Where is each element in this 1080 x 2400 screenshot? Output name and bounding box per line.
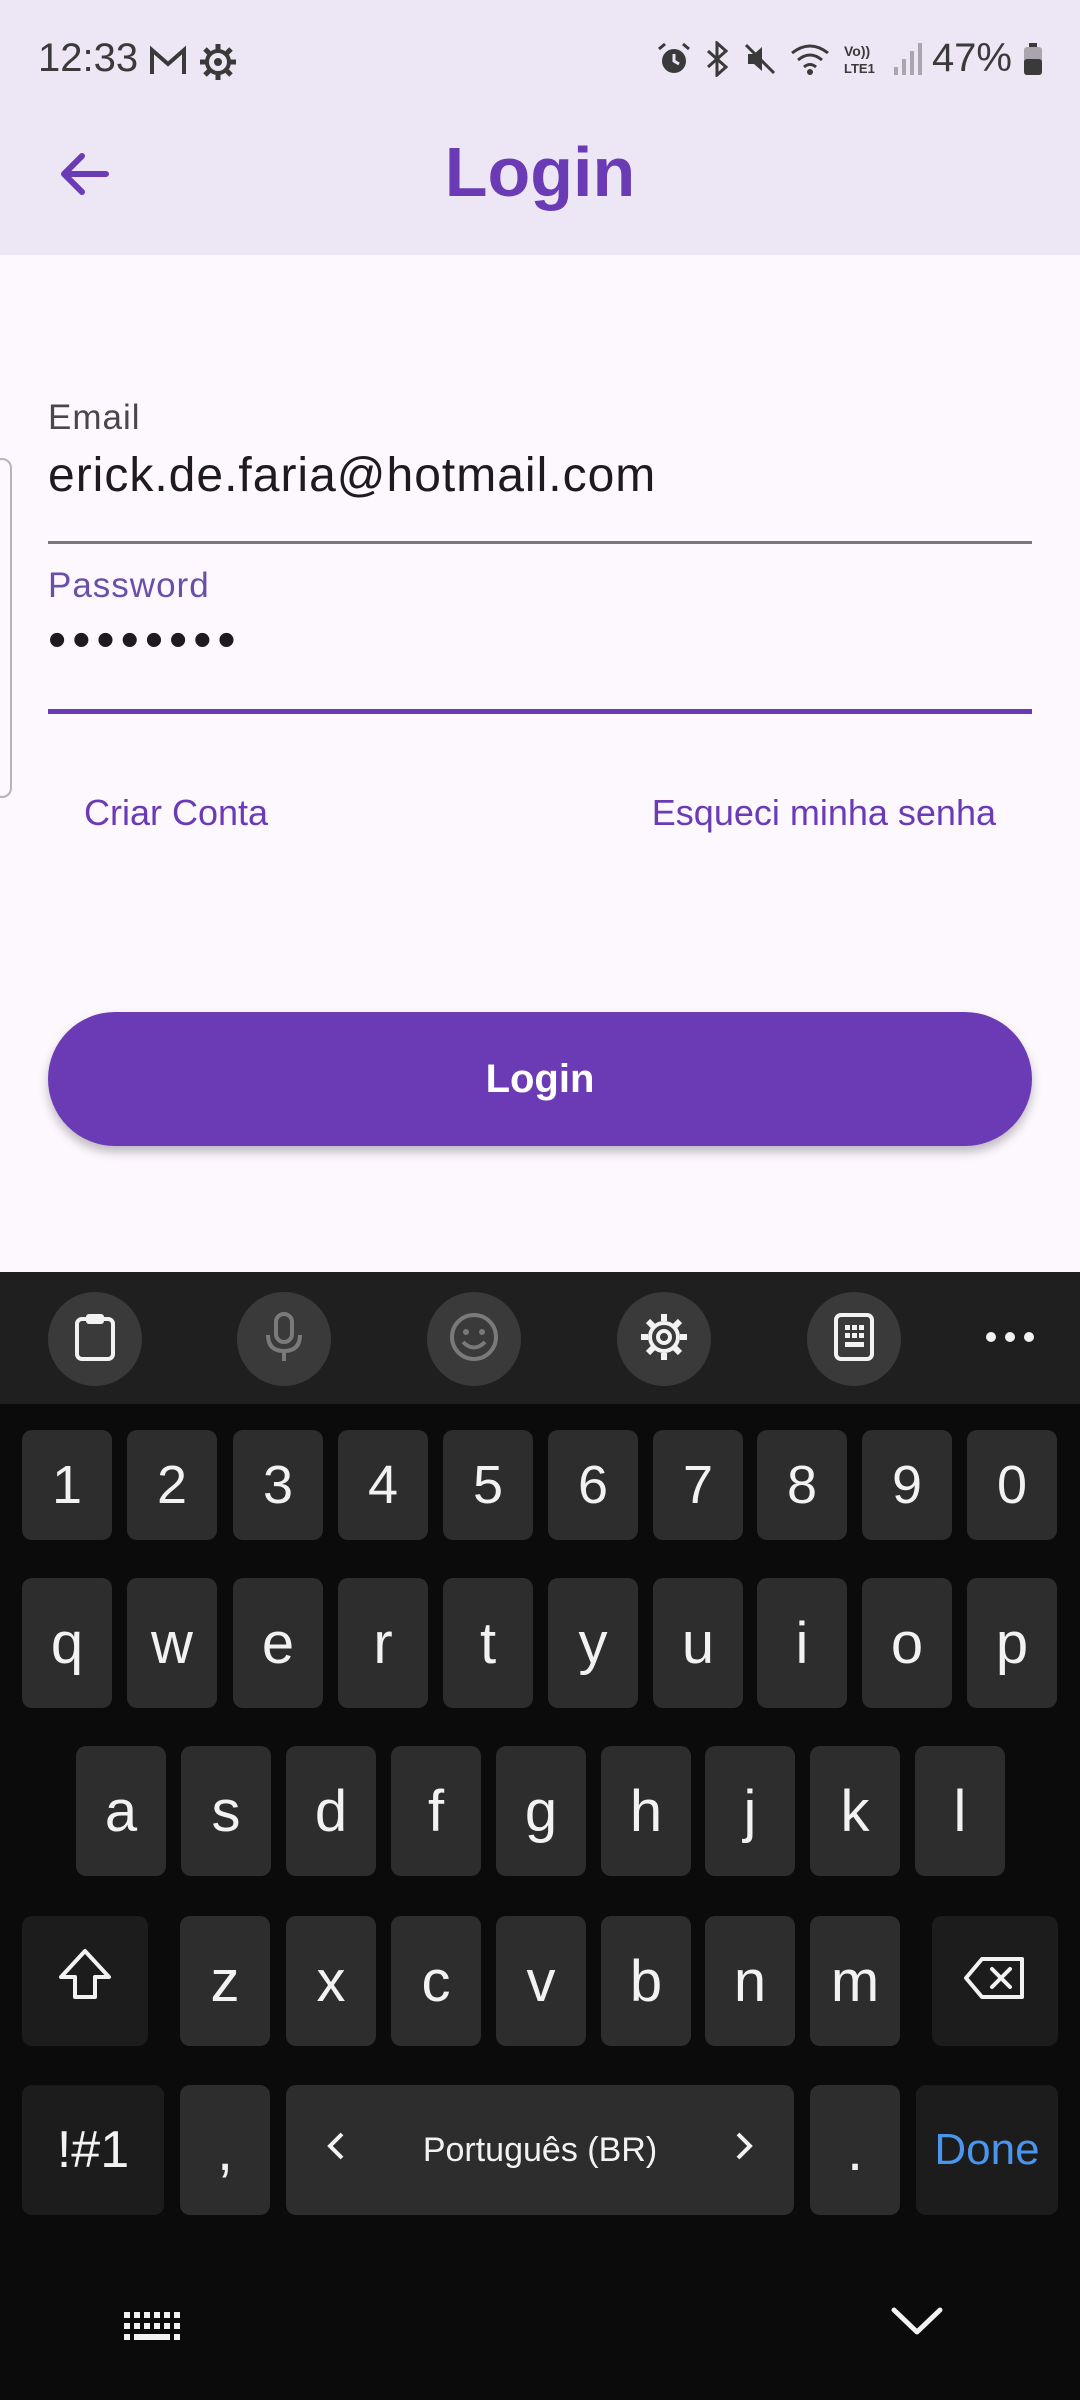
microphone-icon (262, 1311, 306, 1368)
symbols-key[interactable]: !#1 (22, 2085, 164, 2215)
keyboard: 1 2 3 4 5 6 7 8 9 0 q w e r t y u i o p … (0, 1272, 1080, 2400)
key-0[interactable]: 0 (967, 1430, 1057, 1540)
key-k[interactable]: k (810, 1746, 900, 1876)
battery-percent: 47% (931, 36, 1012, 80)
password-field[interactable]: Password •••••••• (48, 566, 1032, 714)
key-p[interactable]: p (967, 1578, 1057, 1708)
backspace-key[interactable] (932, 1916, 1058, 2046)
key-x[interactable]: x (286, 1916, 376, 2046)
chevron-down-icon (890, 2307, 944, 2342)
key-h[interactable]: h (601, 1746, 691, 1876)
chevron-right-icon (734, 2130, 754, 2171)
keyboard-settings-button[interactable] (617, 1292, 711, 1386)
clipboard-icon (71, 1311, 119, 1368)
settings-gear-icon (198, 42, 238, 82)
email-label: Email (48, 398, 141, 437)
shift-icon (57, 1947, 113, 2015)
key-9[interactable]: 9 (862, 1430, 952, 1540)
key-d[interactable]: d (286, 1746, 376, 1876)
keypad-icon (832, 1311, 876, 1368)
keypad-mode-button[interactable] (807, 1292, 901, 1386)
more-options-button[interactable] (980, 1312, 1040, 1366)
voice-input-button[interactable] (237, 1292, 331, 1386)
status-right-icons: Vo)) LTE1 47% (656, 36, 1044, 81)
key-3[interactable]: 3 (233, 1430, 323, 1540)
key-j[interactable]: j (705, 1746, 795, 1876)
space-language-label: Português (BR) (422, 2130, 658, 2169)
keyboard-icon (122, 2312, 182, 2348)
key-q[interactable]: q (22, 1578, 112, 1708)
keyboard-toolbar (0, 1272, 1080, 1404)
key-7[interactable]: 7 (653, 1430, 743, 1540)
alarm-icon (656, 41, 692, 77)
key-v[interactable]: v (496, 1916, 586, 2046)
battery-icon (1022, 41, 1044, 77)
key-z[interactable]: z (180, 1916, 270, 2046)
password-label: Password (48, 566, 210, 605)
key-e[interactable]: e (233, 1578, 323, 1708)
login-button[interactable]: Login (48, 1012, 1032, 1146)
key-t[interactable]: t (443, 1578, 533, 1708)
key-g[interactable]: g (496, 1746, 586, 1876)
status-time: 12:33 (38, 36, 139, 80)
hide-keyboard-button[interactable] (890, 2304, 944, 2343)
key-r[interactable]: r (338, 1578, 428, 1708)
svg-text:LTE1: LTE1 (844, 61, 875, 76)
clipboard-button[interactable] (48, 1292, 142, 1386)
forgot-password-link[interactable]: Esqueci minha senha (652, 792, 996, 834)
key-a[interactable]: a (76, 1746, 166, 1876)
bluetooth-icon (702, 40, 732, 77)
key-s[interactable]: s (181, 1746, 271, 1876)
password-input[interactable]: •••••••• (48, 610, 1032, 670)
key-5[interactable]: 5 (443, 1430, 533, 1540)
key-y[interactable]: y (548, 1578, 638, 1708)
wifi-icon (788, 41, 832, 77)
key-w[interactable]: w (127, 1578, 217, 1708)
key-o[interactable]: o (862, 1578, 952, 1708)
shift-key[interactable] (22, 1916, 148, 2046)
key-l[interactable]: l (915, 1746, 1005, 1876)
page-title: Login (444, 133, 636, 211)
top-area: 12:33 Vo)) LTE1 47% Login (0, 0, 1080, 255)
volte-icon: Vo)) LTE1 (842, 41, 882, 77)
key-u[interactable]: u (653, 1578, 743, 1708)
status-left-icons (148, 42, 238, 82)
key-m[interactable]: m (810, 1916, 900, 2046)
key-6[interactable]: 6 (548, 1430, 638, 1540)
key-2[interactable]: 2 (127, 1430, 217, 1540)
settings-icon (638, 1311, 690, 1368)
space-key[interactable]: Português (BR) (286, 2085, 794, 2215)
period-key[interactable]: . (810, 2085, 900, 2215)
email-input[interactable]: erick.de.faria@hotmail.com (48, 448, 1032, 503)
mute-icon (742, 41, 778, 77)
key-4[interactable]: 4 (338, 1430, 428, 1540)
key-f[interactable]: f (391, 1746, 481, 1876)
comma-key[interactable]: , (180, 2085, 270, 2215)
email-field[interactable]: Email erick.de.faria@hotmail.com (48, 398, 1032, 544)
more-icon (985, 1330, 1035, 1348)
svg-text:Vo)): Vo)) (844, 43, 870, 59)
status-bar: 12:33 Vo)) LTE1 47% (0, 0, 1080, 120)
create-account-link[interactable]: Criar Conta (84, 792, 268, 834)
signal-icon (892, 41, 922, 77)
chevron-left-icon (326, 2130, 346, 2171)
key-1[interactable]: 1 (22, 1430, 112, 1540)
key-i[interactable]: i (757, 1578, 847, 1708)
key-c[interactable]: c (391, 1916, 481, 2046)
done-key[interactable]: Done (916, 2085, 1058, 2215)
key-n[interactable]: n (705, 1916, 795, 2046)
emoji-icon (448, 1311, 500, 1368)
backspace-icon (962, 1948, 1028, 2015)
side-panel-handle[interactable] (0, 458, 12, 798)
app-bar: Login (0, 120, 1080, 255)
emoji-button[interactable] (427, 1292, 521, 1386)
key-b[interactable]: b (601, 1916, 691, 2046)
gmail-icon (148, 42, 188, 82)
keyboard-switch-button[interactable] (122, 2310, 182, 2349)
key-8[interactable]: 8 (757, 1430, 847, 1540)
